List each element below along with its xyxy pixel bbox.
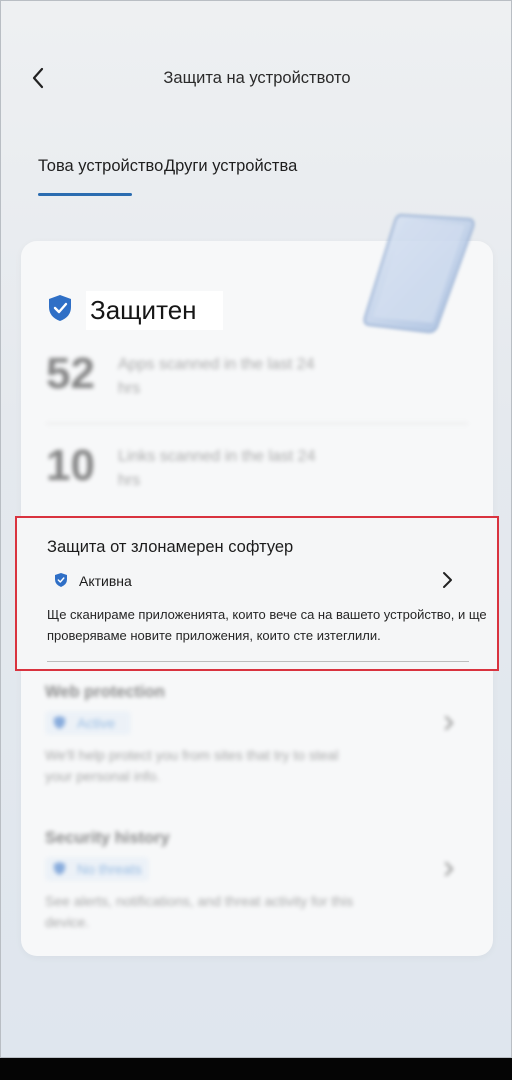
section-divider bbox=[47, 661, 469, 662]
security-history-status-label: No threats bbox=[77, 861, 142, 877]
tab-other-devices[interactable]: Други устройства bbox=[164, 157, 297, 176]
device-protection-screen: Защита на устройството Това устройство Д… bbox=[0, 0, 512, 1058]
tab-this-device[interactable]: Това устройство bbox=[38, 157, 163, 176]
web-protection-description: We'll help protect you from sites that t… bbox=[45, 747, 339, 784]
web-protection-status: Active bbox=[45, 711, 131, 735]
malware-status-label: Активна bbox=[79, 573, 132, 589]
malware-protection-title: Защита от злонамерен софтуер bbox=[47, 538, 294, 556]
stats-divider bbox=[46, 423, 468, 424]
apps-scanned-label: Apps scanned in the last 24 hrs bbox=[118, 356, 315, 397]
page-title: Защита на устройството bbox=[163, 69, 351, 87]
shield-icon bbox=[53, 862, 66, 875]
chevron-right-icon[interactable] bbox=[441, 713, 457, 733]
malware-protection-description: Ще сканираме приложенията, които вече са… bbox=[47, 607, 487, 643]
system-navigation-bar bbox=[0, 1058, 512, 1080]
shield-icon bbox=[53, 716, 66, 729]
web-protection-status-label: Active bbox=[77, 715, 116, 731]
shield-icon bbox=[55, 573, 67, 587]
malware-details-button[interactable] bbox=[437, 568, 457, 592]
web-protection-title: Web protection bbox=[45, 683, 165, 701]
security-history-section[interactable]: Security history No threats See alerts, … bbox=[45, 829, 475, 939]
apps-scanned-count: 52 bbox=[46, 349, 95, 398]
shield-icon bbox=[49, 295, 71, 321]
header: Защита на устройството bbox=[1, 57, 511, 101]
security-history-title: Security history bbox=[45, 829, 170, 847]
malware-protection-section[interactable]: Защита от злонамерен софтуер Активна Ще … bbox=[15, 516, 499, 671]
links-scanned-count: 10 bbox=[46, 441, 95, 490]
security-history-status: No threats bbox=[45, 857, 149, 881]
status-text: Защитен bbox=[86, 291, 223, 330]
links-scanned-label: Links scanned in the last 24 hrs bbox=[118, 448, 316, 489]
security-history-description: See alerts, notifications, and threat ac… bbox=[45, 893, 354, 930]
web-protection-section[interactable]: Web protection Active We'll help protect… bbox=[45, 683, 475, 784]
phone-illustration bbox=[363, 213, 475, 334]
chevron-right-icon bbox=[443, 572, 452, 588]
chevron-right-icon[interactable] bbox=[441, 859, 457, 879]
selected-tab-indicator bbox=[38, 193, 132, 196]
